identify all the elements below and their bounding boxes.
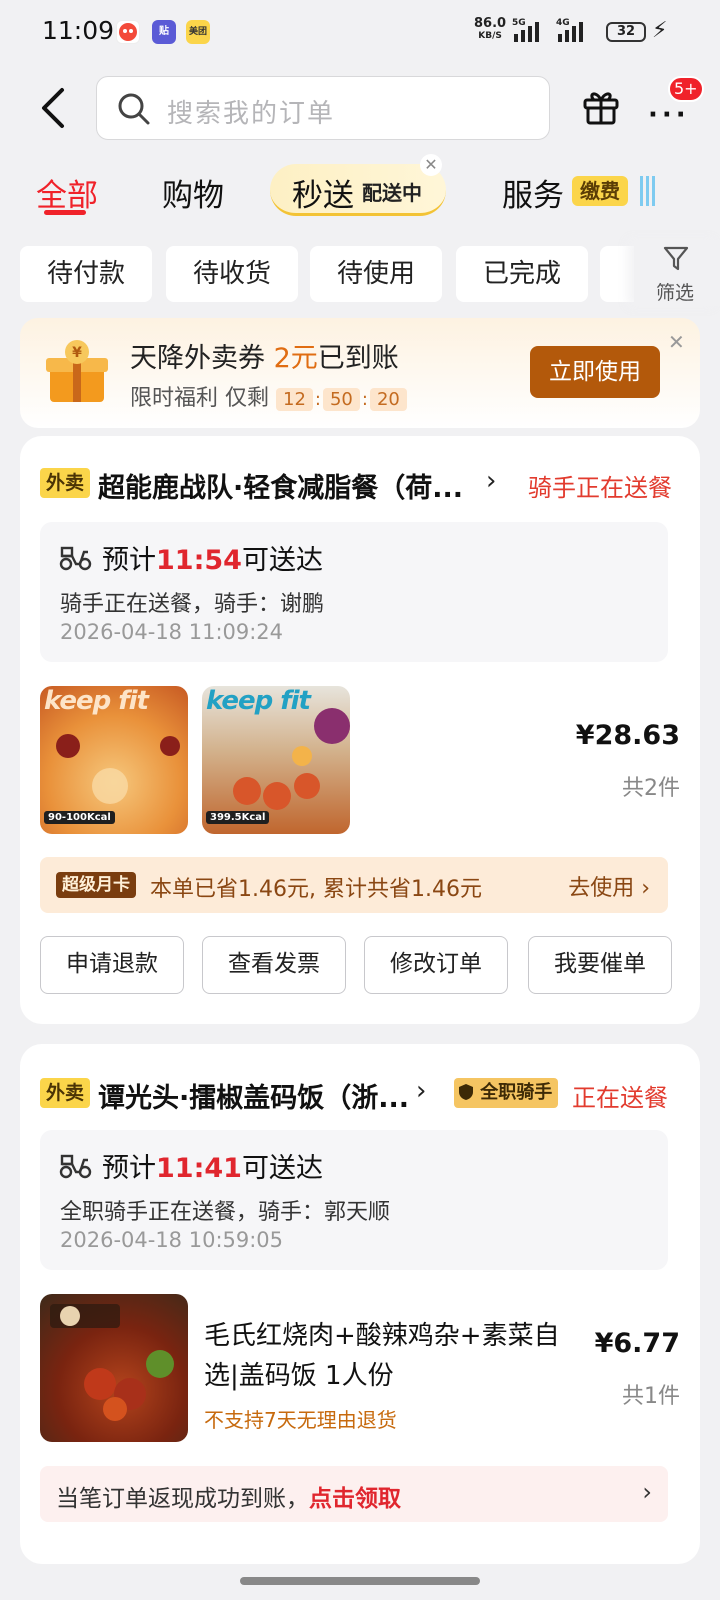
filter-icon[interactable] bbox=[662, 244, 690, 276]
food-image[interactable]: keep fit 399.5Kcal bbox=[202, 686, 350, 834]
order-card: 外卖 超能鹿战队·轻食减脂餐（荷... › 骑手正在送餐 预计11:54可送达 … bbox=[20, 436, 700, 1024]
svg-text:¥: ¥ bbox=[72, 345, 82, 361]
item-count: 共2件 bbox=[622, 776, 680, 801]
no-return-notice: 不支持7天无理由退货 bbox=[204, 1408, 397, 1432]
filter-pending-receipt[interactable]: 待收货 bbox=[166, 246, 298, 302]
rider-info: 全职骑手正在送餐，骑手：郭天顺 bbox=[60, 1200, 391, 1225]
order-timestamp: 2026-04-18 10:59:05 bbox=[60, 1228, 284, 1252]
fulltime-rider-badge: 全职骑手 bbox=[454, 1078, 559, 1108]
order-card: 外卖 谭光头·擂椒盖码饭（浙... › 全职骑手 正在送餐 预计11:41可送达… bbox=[20, 1044, 700, 1564]
scooter-icon bbox=[58, 1150, 92, 1184]
tab-active-underline bbox=[44, 210, 86, 215]
gift-icon[interactable] bbox=[582, 88, 620, 130]
tab-service[interactable]: 服务 bbox=[502, 170, 564, 215]
tab-instant-delivery[interactable]: 秒送 配送中 bbox=[270, 164, 446, 216]
shop-name[interactable]: 超能鹿战队·轻食减脂餐（荷... bbox=[98, 466, 463, 505]
back-button[interactable] bbox=[36, 86, 76, 130]
food-image[interactable]: keep fit 90-100Kcal bbox=[40, 686, 188, 834]
refund-button[interactable]: 申请退款 bbox=[40, 936, 184, 994]
modify-order-button[interactable]: 修改订单 bbox=[364, 936, 508, 994]
urge-order-button[interactable]: 我要催单 bbox=[528, 936, 672, 994]
rider-info: 骑手正在送餐，骑手：谢鹏 bbox=[60, 592, 325, 617]
use-coupon-button[interactable]: 立即使用 bbox=[530, 346, 660, 398]
order-status: 骑手正在送餐 bbox=[528, 474, 672, 502]
tab-instant-label: 秒送 bbox=[292, 178, 354, 214]
invoice-button[interactable]: 查看发票 bbox=[202, 936, 346, 994]
chevron-right-icon[interactable]: › bbox=[416, 1076, 426, 1106]
charging-icon: ⚡ bbox=[652, 18, 668, 43]
takeout-tag: 外卖 bbox=[40, 1078, 91, 1108]
item-count: 共1件 bbox=[622, 1384, 680, 1409]
more-badge: 5+ bbox=[668, 76, 704, 102]
chevron-right-icon[interactable]: › bbox=[486, 466, 496, 496]
order-price: ¥28.63 bbox=[575, 720, 680, 751]
signal-5g-icon: 5G bbox=[512, 18, 546, 47]
filter-pending-payment[interactable]: 待付款 bbox=[20, 246, 152, 302]
clock: 11:09 bbox=[42, 16, 115, 45]
search-input[interactable]: 搜索我的订单 bbox=[96, 76, 550, 140]
tab-overflow-indicator bbox=[640, 176, 658, 206]
cashback-text: 当笔订单返现成功到账，点击领取 bbox=[56, 1486, 401, 1512]
notification-icon bbox=[116, 20, 140, 44]
status-bar: 11:09 贴 美团 86.0 KB/S 5G 4G 32 ⚡ bbox=[0, 0, 720, 64]
delivery-info: 预计11:54可送达 骑手正在送餐，骑手：谢鹏 2026-04-18 11:09… bbox=[40, 522, 668, 662]
home-indicator[interactable] bbox=[240, 1577, 480, 1585]
pay-badge: 缴费 bbox=[572, 176, 628, 206]
filter-pending-use[interactable]: 待使用 bbox=[310, 246, 442, 302]
eta-text: 预计11:54可送达 bbox=[102, 545, 323, 576]
coupon-banner: ¥ 天降外卖券 2元已到账 限时福利 仅剩 12:50:20 立即使用 ✕ bbox=[20, 318, 700, 428]
close-icon[interactable]: ✕ bbox=[668, 330, 685, 354]
order-timestamp: 2026-04-18 11:09:24 bbox=[60, 620, 284, 644]
scooter-icon bbox=[58, 542, 92, 576]
eta-text: 预计11:41可送达 bbox=[102, 1153, 323, 1184]
savings-text: 本单已省1.46元, 累计共省1.46元 bbox=[150, 877, 482, 902]
claim-link[interactable]: 点击领取 bbox=[309, 1486, 401, 1512]
tab-all[interactable]: 全部 bbox=[36, 170, 98, 215]
signal-4g-icon: 4G bbox=[556, 18, 590, 47]
order-price: ¥6.77 bbox=[594, 1328, 680, 1359]
net-speed: 86.0 KB/S bbox=[474, 16, 507, 41]
takeout-tag: 外卖 bbox=[40, 468, 91, 498]
super-card-banner[interactable]: 超级月卡 本单已省1.46元, 累计共省1.46元 去使用 › bbox=[40, 857, 668, 913]
close-icon[interactable]: ✕ bbox=[420, 154, 442, 176]
tab-shopping[interactable]: 购物 bbox=[162, 170, 224, 215]
delivery-info: 预计11:41可送达 全职骑手正在送餐，骑手：郭天顺 2026-04-18 10… bbox=[40, 1130, 668, 1270]
tie-icon: 贴 bbox=[152, 20, 176, 44]
filter-completed[interactable]: 已完成 bbox=[456, 246, 588, 302]
tab-instant-status: 配送中 bbox=[362, 181, 422, 205]
search-icon bbox=[117, 92, 151, 130]
order-status: 正在送餐 bbox=[572, 1084, 668, 1112]
go-use-link[interactable]: 去使用 › bbox=[568, 870, 650, 902]
meituan-icon: 美团 bbox=[186, 20, 210, 44]
shop-name[interactable]: 谭光头·擂椒盖码饭（浙... bbox=[98, 1076, 409, 1115]
battery-icon: 32 bbox=[606, 22, 646, 42]
gift-box-icon: ¥ bbox=[42, 336, 112, 410]
chevron-right-icon[interactable]: › bbox=[642, 1478, 652, 1506]
food-image[interactable] bbox=[40, 1294, 188, 1442]
coupon-title: 天降外卖券 2元已到账 bbox=[130, 343, 399, 374]
search-placeholder: 搜索我的订单 bbox=[167, 99, 336, 129]
coupon-countdown: 限时福利 仅剩 12:50:20 bbox=[130, 380, 407, 412]
cashback-banner[interactable]: 当笔订单返现成功到账，点击领取 › bbox=[40, 1466, 668, 1522]
filter-label[interactable]: 筛选 bbox=[656, 278, 694, 305]
super-card-badge: 超级月卡 bbox=[56, 872, 136, 898]
item-name[interactable]: 毛氏红烧肉+酸辣鸡杂+素菜自选|盖码饭 1人份 bbox=[204, 1316, 584, 1396]
more-menu-button[interactable]: ··· bbox=[648, 100, 690, 130]
